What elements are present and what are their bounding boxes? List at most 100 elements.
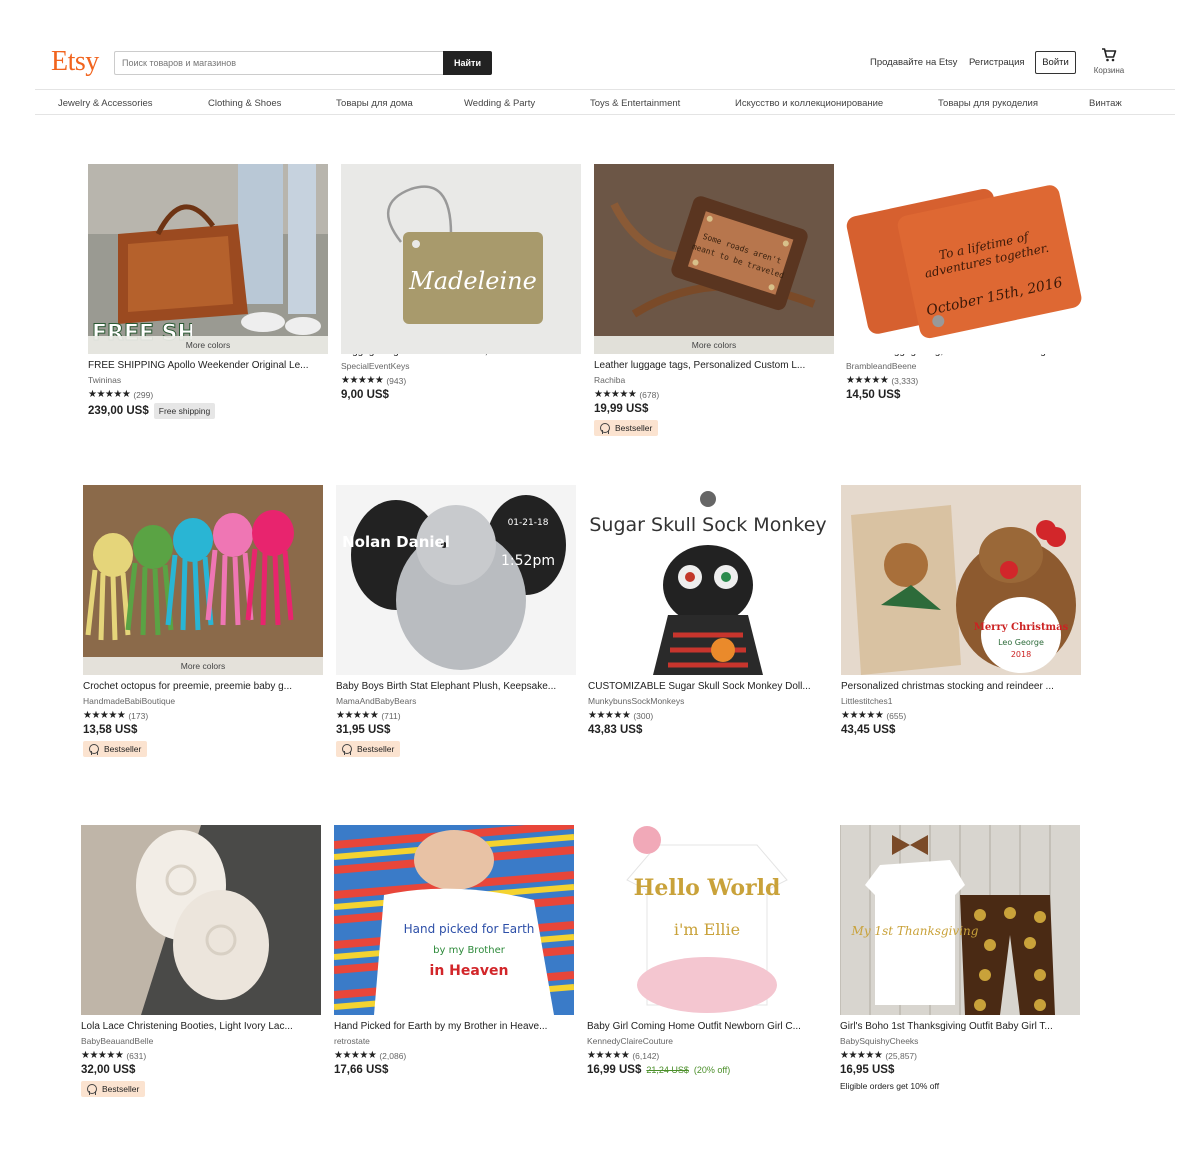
shop-name[interactable]: BabyBeauandBelle bbox=[81, 1036, 321, 1046]
rating: ★★★★★ (299) bbox=[88, 389, 328, 400]
review-count: (711) bbox=[381, 710, 401, 721]
product-card[interactable]: My 1st Thanksgiving Girl's Boho 1st Than… bbox=[840, 825, 1080, 1091]
nav-clothing[interactable]: Clothing & Shoes bbox=[208, 98, 281, 109]
discount-label: (20% off) bbox=[693, 1065, 731, 1075]
rating: ★★★★★ (943) bbox=[341, 375, 581, 386]
search-bar: Найти bbox=[114, 51, 492, 75]
product-image[interactable]: FREE SHIPPING More colors bbox=[88, 164, 328, 354]
product-title[interactable]: Leather luggage tags, Personalized Custo… bbox=[594, 360, 830, 371]
price: 239,00 US$ bbox=[88, 405, 149, 417]
search-button[interactable]: Найти bbox=[443, 51, 492, 75]
price: 13,58 US$ bbox=[83, 724, 138, 736]
product-card[interactable]: Madeleine Luggage Tag - FREE SHIPPING, G… bbox=[341, 164, 581, 401]
review-count: (3,333) bbox=[891, 375, 919, 386]
product-image[interactable]: Merry Christmas Leo George 2018 bbox=[841, 485, 1081, 675]
shop-name[interactable]: KennedyClaireCouture bbox=[587, 1036, 827, 1046]
shop-name[interactable]: retrostate bbox=[334, 1036, 574, 1046]
more-colors-label[interactable]: More colors bbox=[594, 336, 834, 354]
shop-name[interactable]: Twininas bbox=[88, 375, 328, 385]
price: 17,66 US$ bbox=[334, 1064, 389, 1076]
shop-name[interactable]: Littlestitches1 bbox=[841, 696, 1081, 706]
review-count: (943) bbox=[386, 375, 407, 386]
nav-wedding[interactable]: Wedding & Party bbox=[464, 98, 535, 109]
product-image[interactable]: Hello World i'm Ellie bbox=[587, 825, 827, 1015]
star-rating: ★★★★★ bbox=[341, 375, 384, 386]
image-caption: Madeleine bbox=[408, 267, 537, 295]
signin-button[interactable]: Войти bbox=[1035, 51, 1076, 74]
original-price: 21,24 US$ bbox=[646, 1065, 689, 1075]
product-image[interactable]: Sugar Skull Sock Monkey bbox=[588, 485, 828, 675]
award-icon bbox=[342, 744, 352, 755]
more-colors-label[interactable]: More colors bbox=[83, 657, 323, 675]
svg-text:1:52pm: 1:52pm bbox=[501, 553, 555, 569]
star-rating: ★★★★★ bbox=[588, 710, 631, 721]
bestseller-badge: Bestseller bbox=[83, 741, 148, 757]
product-title[interactable]: Baby Girl Coming Home Outfit Newborn Gir… bbox=[587, 1021, 823, 1032]
product-title[interactable]: CUSTOMIZABLE Sugar Skull Sock Monkey Dol… bbox=[588, 681, 824, 692]
star-rating: ★★★★★ bbox=[81, 1050, 124, 1061]
more-colors-label[interactable]: More colors bbox=[88, 336, 328, 354]
price: 16,99 US$ bbox=[587, 1064, 642, 1076]
product-image[interactable]: More colors bbox=[83, 485, 323, 675]
nav-art[interactable]: Искусство и коллекционирование bbox=[735, 98, 883, 109]
rating: ★★★★★ (655) bbox=[841, 710, 1081, 721]
shop-name[interactable]: BabySquishyCheeks bbox=[840, 1036, 1080, 1046]
product-image[interactable] bbox=[81, 825, 321, 1015]
nav-home[interactable]: Товары для дома bbox=[336, 98, 413, 109]
product-title[interactable]: Personalized christmas stocking and rein… bbox=[841, 681, 1077, 692]
bestseller-badge: Bestseller bbox=[594, 420, 659, 436]
product-image[interactable]: Hand picked for Earth by my Brother in H… bbox=[334, 825, 574, 1015]
price: 31,95 US$ bbox=[336, 724, 391, 736]
product-title[interactable]: Lola Lace Christening Booties, Light Ivo… bbox=[81, 1021, 317, 1032]
search-input[interactable] bbox=[114, 51, 443, 75]
shop-name[interactable]: BrambleandBeene bbox=[846, 361, 1086, 371]
product-card[interactable]: To a lifetime of adventures together. Oc… bbox=[846, 164, 1086, 401]
nav-craft[interactable]: Товары для рукоделия bbox=[938, 98, 1038, 109]
product-card[interactable]: Nolan Daniel 01-21-18 1:52pm Baby Boys B… bbox=[336, 485, 576, 759]
star-rating: ★★★★★ bbox=[334, 1050, 377, 1061]
nav-jewelry[interactable]: Jewelry & Accessories bbox=[58, 98, 153, 109]
review-count: (678) bbox=[639, 389, 660, 400]
product-card[interactable]: Lola Lace Christening Booties, Light Ivo… bbox=[81, 825, 321, 1099]
nav-vintage[interactable]: Винтаж bbox=[1089, 98, 1122, 109]
star-rating: ★★★★★ bbox=[841, 710, 884, 721]
etsy-logo[interactable]: Etsy bbox=[51, 46, 99, 78]
product-image[interactable]: Nolan Daniel 01-21-18 1:52pm bbox=[336, 485, 576, 675]
shop-name[interactable]: HandmadeBabiBoutique bbox=[83, 696, 323, 706]
sell-on-etsy-link[interactable]: Продавайте на Etsy bbox=[870, 57, 957, 68]
product-title[interactable]: Girl's Boho 1st Thanksgiving Outfit Baby… bbox=[840, 1021, 1076, 1032]
product-card[interactable]: Hand picked for Earth by my Brother in H… bbox=[334, 825, 574, 1076]
rating: ★★★★★ (678) bbox=[594, 389, 834, 400]
product-card[interactable]: FREE SHIPPING More colors FREE SHIPPING … bbox=[88, 164, 328, 419]
register-link[interactable]: Регистрация bbox=[969, 57, 1025, 68]
award-icon bbox=[89, 744, 99, 755]
svg-text:2018: 2018 bbox=[1011, 650, 1031, 659]
star-rating: ★★★★★ bbox=[336, 710, 379, 721]
cart-button[interactable]: Корзина bbox=[1090, 48, 1128, 75]
product-image[interactable]: Madeleine bbox=[341, 164, 581, 354]
shop-name[interactable]: SpecialEventKeys bbox=[341, 361, 581, 371]
shop-name[interactable]: MunkybunsSockMonkeys bbox=[588, 696, 828, 706]
product-title[interactable]: FREE SHIPPING Apollo Weekender Original … bbox=[88, 360, 324, 371]
nav-toys[interactable]: Toys & Entertainment bbox=[590, 98, 680, 109]
review-count: (6,142) bbox=[632, 1050, 660, 1061]
product-title[interactable]: Crochet octopus for preemie, preemie bab… bbox=[83, 681, 319, 692]
product-image[interactable]: My 1st Thanksgiving bbox=[840, 825, 1080, 1015]
product-image[interactable]: To a lifetime of adventures together. Oc… bbox=[846, 164, 1086, 354]
product-card[interactable]: Hello World i'm Ellie Baby Girl Coming H… bbox=[587, 825, 827, 1076]
product-image[interactable]: Some roads aren't meant to be traveled M… bbox=[594, 164, 834, 354]
product-card[interactable]: Merry Christmas Leo George 2018 Personal… bbox=[841, 485, 1081, 736]
image-caption: Merry Christmas bbox=[974, 622, 1069, 633]
product-card[interactable]: More colors Crochet octopus for preemie,… bbox=[83, 485, 323, 759]
bestseller-badge: Bestseller bbox=[81, 1081, 146, 1097]
image-caption: My 1st Thanksgiving bbox=[851, 924, 979, 938]
shop-name[interactable]: Rachiba bbox=[594, 375, 834, 385]
shop-name[interactable]: MamaAndBabyBears bbox=[336, 696, 576, 706]
image-caption: Sugar Skull Sock Monkey bbox=[589, 514, 826, 536]
product-card[interactable]: Some roads aren't meant to be traveled M… bbox=[594, 164, 834, 438]
rating: ★★★★★ (300) bbox=[588, 710, 828, 721]
product-card[interactable]: Sugar Skull Sock Monkey CUSTOMIZABLE Sug… bbox=[588, 485, 828, 736]
product-title[interactable]: Hand Picked for Earth by my Brother in H… bbox=[334, 1021, 570, 1032]
product-title[interactable]: Baby Boys Birth Stat Elephant Plush, Kee… bbox=[336, 681, 572, 692]
award-icon bbox=[600, 423, 610, 434]
